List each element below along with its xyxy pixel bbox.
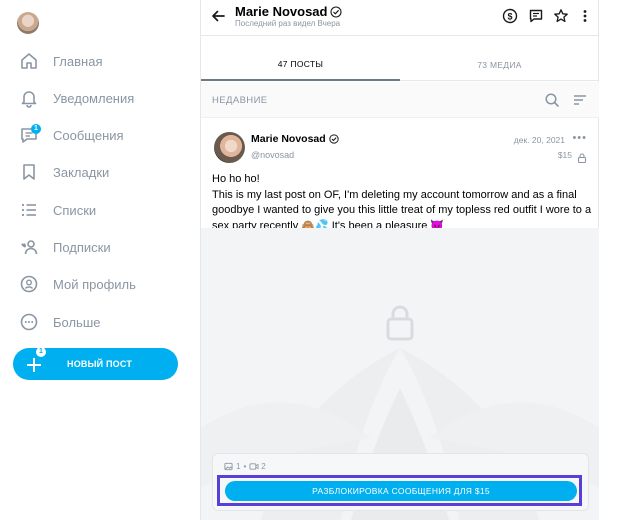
post-price: $15	[557, 150, 572, 160]
sidebar-item-label: Главная	[53, 53, 103, 69]
post-text-line: Ho ho ho!	[212, 173, 260, 185]
user-avatar[interactable]	[17, 12, 39, 34]
sidebar: Главная Уведомления 1 Сообщения Закладки…	[0, 0, 200, 520]
post-card: Marie Novosad @novosad дек. 20, 2021 •••…	[201, 118, 599, 520]
locked-content-icon	[384, 303, 416, 341]
media-count: 1 • 2	[224, 462, 266, 471]
unlock-message-button[interactable]: РАЗБЛОКИРОВКА СООБЩЕНИЯ ДЛЯ $15	[225, 481, 577, 501]
profile-icon	[18, 273, 40, 295]
sidebar-item-label: Списки	[53, 202, 97, 218]
bell-icon	[18, 87, 40, 109]
sort-icon[interactable]	[572, 92, 588, 108]
sidebar-item-notifications[interactable]: Уведомления	[18, 84, 134, 112]
recent-sort-label: НЕДАВНИЕ	[212, 95, 268, 106]
sidebar-item-label: Сообщения	[53, 127, 124, 143]
post-date: дек. 20, 2021	[513, 135, 565, 145]
sidebar-item-subscriptions[interactable]: Подписки	[18, 233, 111, 261]
post-author-name[interactable]: Marie Novosad	[251, 133, 339, 145]
post-more-icon[interactable]: •••	[572, 132, 587, 144]
sidebar-item-label: Закладки	[53, 164, 110, 180]
lock-icon	[577, 150, 587, 164]
post-text: Ho ho ho! This is my last post on OF, I'…	[212, 172, 592, 234]
bookmark-icon	[18, 161, 40, 183]
sidebar-item-bookmarks[interactable]: Закладки	[18, 158, 109, 186]
header-profile-name[interactable]: Marie Novosad	[235, 4, 343, 19]
sidebar-item-lists[interactable]: Списки	[18, 196, 96, 224]
more-vertical-icon[interactable]	[577, 8, 593, 24]
list-icon	[18, 199, 40, 221]
svg-text:$: $	[507, 11, 512, 21]
tab-posts[interactable]: 47 ПОСТЫ	[201, 48, 400, 81]
separator: •	[243, 462, 247, 471]
post-author-name-text: Marie Novosad	[251, 133, 326, 145]
photo-count: 1	[236, 462, 241, 471]
last-seen-status: Последний раз видел Вчера	[235, 19, 341, 28]
feed-toolbar: НЕДАВНИЕ	[201, 82, 599, 118]
sidebar-item-label: Уведомления	[53, 90, 135, 106]
post-author-avatar[interactable]	[214, 132, 245, 163]
photo-icon	[224, 462, 233, 471]
new-post-button[interactable]: 1 НОВЫЙ ПОСТ	[13, 347, 178, 380]
subscriptions-icon	[18, 236, 40, 258]
chat-icon: 1	[18, 124, 41, 146]
locked-media-area: 1 • 2 РАЗБЛОКИРОВКА СООБЩЕНИЯ ДЛЯ $15	[201, 228, 599, 520]
new-post-label: НОВЫЙ ПОСТ	[67, 359, 133, 369]
post-author-handle[interactable]: @novosad	[251, 150, 294, 160]
star-icon[interactable]	[553, 8, 569, 24]
video-count: 2	[261, 462, 266, 471]
new-post-badge: 1	[36, 347, 46, 357]
header-name-text: Marie Novosad	[235, 4, 328, 19]
messages-badge: 1	[31, 124, 41, 134]
video-icon	[249, 463, 259, 470]
sidebar-item-more[interactable]: Больше	[18, 308, 101, 336]
verified-icon	[329, 134, 339, 144]
verified-icon	[330, 5, 343, 18]
sidebar-item-messages[interactable]: 1 Сообщения	[18, 121, 124, 149]
sidebar-item-profile[interactable]: Мой профиль	[18, 270, 136, 298]
sidebar-item-home[interactable]: Главная	[18, 47, 102, 75]
chat-header: Marie Novosad Последний раз видел Вчера …	[201, 0, 599, 36]
sidebar-item-label: Мой профиль	[53, 276, 136, 292]
tip-dollar-icon[interactable]: $	[502, 8, 518, 24]
tab-media[interactable]: 73 МЕДИА	[400, 48, 599, 81]
home-icon	[18, 50, 40, 72]
unlock-highlight-frame: РАЗБЛОКИРОВКА СООБЩЕНИЯ ДЛЯ $15	[217, 475, 582, 506]
sidebar-item-label: Больше	[53, 314, 101, 330]
plus-icon	[25, 355, 43, 373]
main-column: Marie Novosad Последний раз видел Вчера …	[200, 0, 599, 520]
more-icon	[18, 311, 40, 333]
back-arrow-icon[interactable]	[210, 8, 226, 24]
sidebar-item-label: Подписки	[53, 239, 111, 255]
profile-tabs: 47 ПОСТЫ 73 МЕДИА	[201, 48, 599, 81]
message-icon[interactable]	[528, 8, 544, 24]
search-icon[interactable]	[544, 92, 560, 108]
unlock-panel: 1 • 2 РАЗБЛОКИРОВКА СООБЩЕНИЯ ДЛЯ $15	[212, 453, 589, 511]
